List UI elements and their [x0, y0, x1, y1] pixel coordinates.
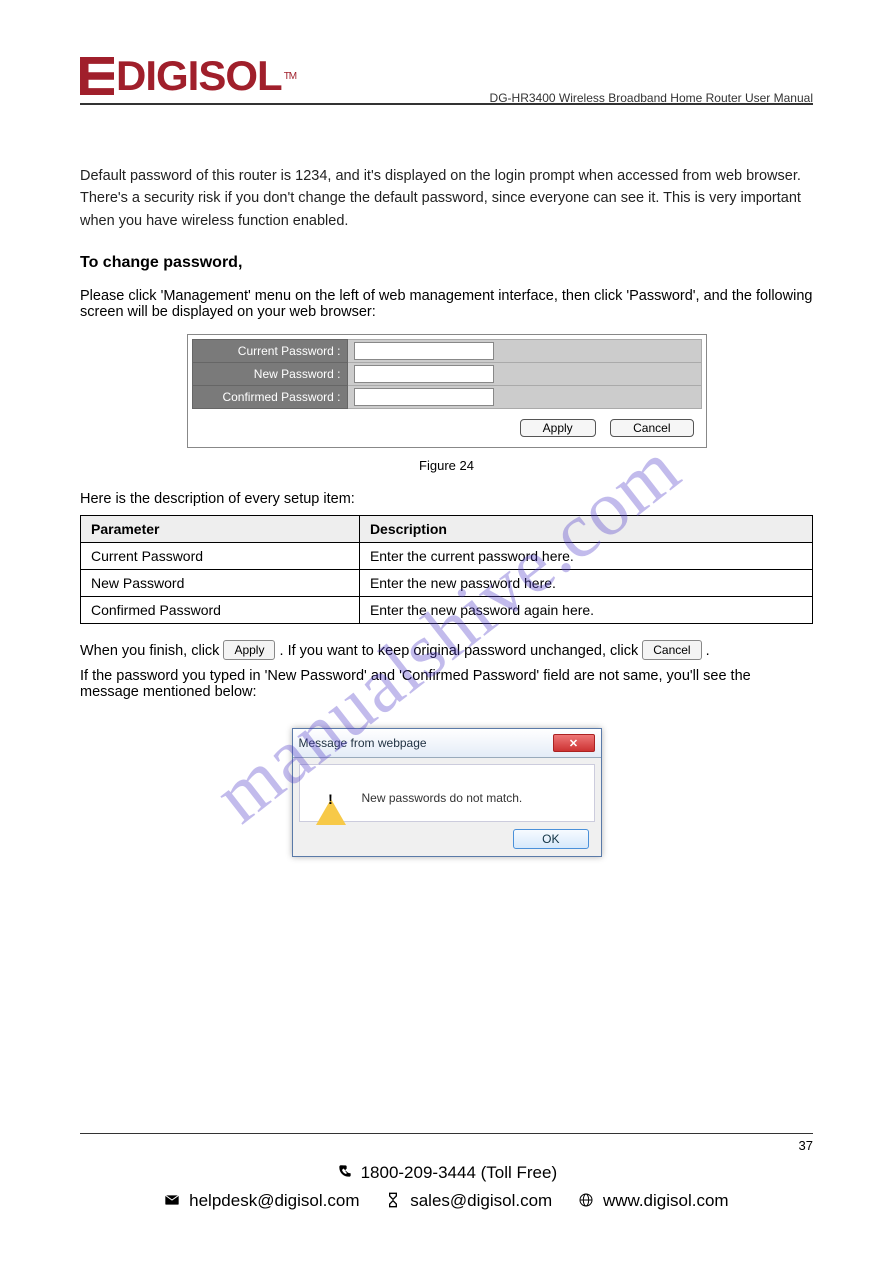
ok-button[interactable]: OK [513, 829, 588, 849]
current-password-input[interactable] [354, 342, 494, 360]
trademark: TM [284, 71, 296, 82]
password-form-figure: Current Password : New Password : Confir… [187, 334, 707, 448]
after-table-instruction: When you finish, click Apply . If you wa… [80, 640, 813, 660]
table-intro: Here is the description of every setup i… [80, 491, 813, 507]
desc-cell: Enter the current password here. [359, 543, 812, 570]
footer-phone: 1800-209-3444 (Toll Free) [361, 1163, 558, 1182]
dialog-message: New passwords do not match. [362, 791, 523, 805]
footer-site: www.digisol.com [603, 1191, 729, 1210]
param-cell: Current Password [81, 543, 360, 570]
table-row: Confirmed Password Enter the new passwor… [81, 597, 813, 624]
page-footer: 37 1800-209-3444 (Toll Free) helpdesk@di… [80, 1133, 813, 1213]
param-cell: New Password [81, 570, 360, 597]
brand-name: DIGISOL [116, 55, 282, 97]
close-icon[interactable]: ✕ [553, 734, 595, 752]
parameters-table: Parameter Description Current Password E… [80, 515, 813, 624]
current-password-label: Current Password : [192, 340, 347, 363]
mail-icon [164, 1192, 180, 1213]
table-row: New Password Enter the new password here… [81, 570, 813, 597]
phone-icon [336, 1164, 352, 1185]
figure-label: Figure 24 [80, 458, 813, 473]
desc-cell: Enter the new password again here. [359, 597, 812, 624]
intro-paragraph: Default password of this router is 1234,… [80, 165, 813, 232]
page-number: 37 [80, 1138, 813, 1153]
footer-divider [80, 1133, 813, 1134]
footer-sales: sales@digisol.com [410, 1191, 552, 1210]
footer-helpdesk: helpdesk@digisol.com [189, 1191, 359, 1210]
hourglass-icon [385, 1192, 401, 1213]
logo-mark-icon [80, 57, 114, 95]
table-row: Current Password Enter the current passw… [81, 543, 813, 570]
instruction-text: Please click 'Management' menu on the le… [80, 288, 813, 320]
globe-icon [578, 1192, 594, 1213]
password-form-table: Current Password : New Password : Confir… [192, 339, 702, 409]
apply-button[interactable]: Apply [520, 419, 596, 437]
cancel-button[interactable]: Cancel [610, 419, 693, 437]
new-password-label: New Password : [192, 363, 347, 386]
warning-icon [316, 785, 346, 811]
desc-cell: Enter the new password here. [359, 570, 812, 597]
dialog-title: Message from webpage [299, 736, 553, 750]
error-dialog: Message from webpage ✕ New passwords do … [292, 728, 602, 857]
param-cell: Confirmed Password [81, 597, 360, 624]
apply-inline-button: Apply [223, 640, 275, 660]
confirmed-password-input[interactable] [354, 388, 494, 406]
new-password-input[interactable] [354, 365, 494, 383]
param-header: Parameter [81, 516, 360, 543]
mismatch-instruction: If the password you typed in 'New Passwo… [80, 668, 813, 700]
confirmed-password-label: Confirmed Password : [192, 386, 347, 409]
cancel-inline-button: Cancel [642, 640, 701, 660]
section-heading: To change password, [80, 254, 813, 272]
desc-header: Description [359, 516, 812, 543]
